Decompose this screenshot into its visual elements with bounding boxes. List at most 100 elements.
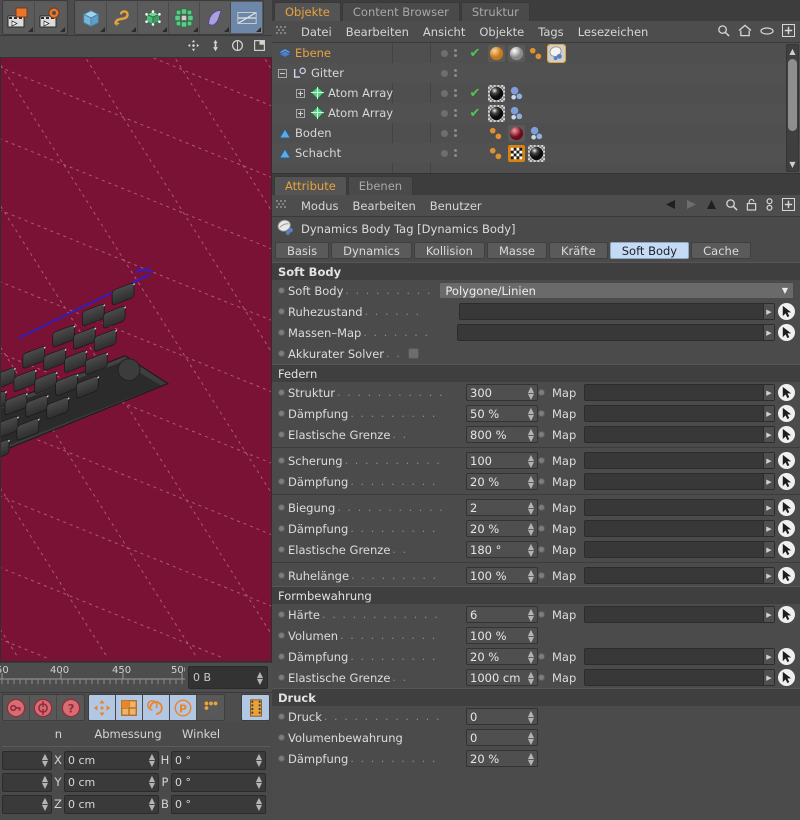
menu-objekte[interactable]: Objekte (479, 25, 524, 39)
link-dropdown-arrow-icon[interactable]: ▶ (763, 521, 774, 536)
param-tab-kräfte[interactable]: Kräfte (548, 242, 608, 259)
map-link-field[interactable]: ▶ (584, 473, 775, 490)
param-tab-dynamics[interactable]: Dynamics (331, 242, 412, 259)
animate-bullet[interactable] (278, 632, 285, 639)
editor-visibility-dot[interactable] (441, 69, 448, 77)
pick-target-icon[interactable] (778, 303, 795, 320)
parameter-value-field[interactable]: 2 ▲ ▼ (466, 499, 538, 516)
tab-attribute[interactable]: Attribute (274, 176, 347, 195)
parameter-value-field[interactable]: 6 ▲ ▼ (466, 606, 538, 623)
param-tab-cache[interactable]: Cache (691, 242, 751, 259)
plus-icon[interactable] (781, 23, 796, 40)
home-icon[interactable] (738, 24, 752, 40)
soft-body-mode-select[interactable]: Polygone/Linien ▼ (439, 282, 794, 299)
animate-bullet[interactable] (278, 431, 285, 438)
map-link-field[interactable]: ▶ (584, 426, 775, 443)
visibility-dots[interactable] (432, 109, 466, 117)
animate-bullet[interactable] (278, 410, 285, 417)
map-link-field[interactable]: ▶ (584, 606, 775, 623)
link-dropdown-arrow-icon[interactable]: ▶ (763, 453, 774, 468)
animate-bullet[interactable] (278, 713, 285, 720)
timeline-ruler[interactable]: 50 400 450 500 (0, 663, 185, 692)
map-link-field[interactable]: ▶ (584, 384, 775, 401)
rotate-tool-icon[interactable] (143, 695, 170, 720)
pick-target-icon[interactable] (778, 520, 795, 537)
stepper-icon[interactable]: ▲ ▼ (528, 542, 534, 557)
stepper-icon[interactable]: ▲ ▼ (528, 607, 534, 622)
material-black-tag[interactable] (488, 104, 505, 122)
animate-bullet[interactable] (278, 734, 285, 741)
stepper-icon[interactable]: ▲ ▼ (528, 385, 534, 400)
map-link-field[interactable]: ▶ (584, 452, 775, 469)
animate-bullet[interactable] (278, 329, 285, 336)
object-name-cell[interactable]: Atom Array (272, 106, 432, 120)
expander-icon[interactable] (296, 88, 305, 98)
pick-target-icon[interactable] (778, 541, 795, 558)
stepper-icon[interactable]: ▲ ▼ (528, 568, 534, 583)
recalc-icon[interactable] (30, 695, 57, 720)
stepper-icon[interactable]: ▲ ▼ (256, 797, 262, 812)
parameter-value-field[interactable]: 0 ▲ ▼ (466, 708, 538, 725)
parameter-value-field[interactable]: 180 ° ▲ ▼ (466, 541, 538, 558)
link-icon[interactable] (765, 197, 774, 214)
param-tab-soft-body[interactable]: Soft Body (609, 242, 690, 259)
angle-p-field[interactable]: 0 ° ▲ ▼ (171, 772, 266, 792)
animate-bullet[interactable] (538, 611, 545, 618)
animate-bullet[interactable] (538, 389, 545, 396)
link-dropdown-arrow-icon[interactable]: ▶ (763, 385, 774, 400)
stepper-icon[interactable]: ▲ ▼ (528, 427, 534, 442)
animate-bullet[interactable] (278, 478, 285, 485)
back-arrow-icon[interactable] (664, 199, 677, 213)
menu-lesezeichen[interactable]: Lesezeichen (578, 25, 649, 39)
link-dropdown-arrow-icon[interactable]: ▶ (763, 568, 774, 583)
ruhezustand-link-field[interactable]: ▶ (458, 303, 775, 320)
render-view-icon[interactable] (4, 2, 35, 33)
stepper-icon[interactable]: ▲ ▼ (42, 753, 48, 768)
editor-visibility-dot[interactable] (441, 89, 448, 97)
stepper-icon[interactable]: ▲ ▼ (256, 775, 262, 790)
search-icon[interactable] (717, 24, 730, 40)
map-link-field[interactable]: ▶ (584, 648, 775, 665)
table-row[interactable]: Ebene ✔ (272, 43, 800, 63)
spline-icon[interactable] (107, 2, 138, 33)
object-manager[interactable]: Ebene ✔ Gitter Atom Array ✔ Atom Array ✔… (272, 43, 800, 174)
expander-icon[interactable] (278, 68, 287, 78)
menu-modus[interactable]: Modus (301, 199, 339, 213)
pick-target-icon[interactable] (778, 405, 795, 422)
link-dropdown-arrow-icon[interactable]: ▶ (763, 474, 774, 489)
enable-check-icon[interactable]: ✔ (466, 86, 484, 101)
position-x-field[interactable]: ▲ ▼ (2, 750, 52, 770)
plus-icon[interactable] (781, 197, 796, 214)
animate-bullet[interactable] (538, 478, 545, 485)
animate-bullet[interactable] (278, 572, 285, 579)
link-dropdown-arrow-icon[interactable]: ▶ (763, 649, 774, 664)
editor-visibility-dot[interactable] (441, 149, 448, 157)
menu-bearbeiten[interactable]: Bearbeiten (353, 199, 416, 213)
parameter-value-field[interactable]: 20 % ▲ ▼ (466, 473, 538, 490)
scale-tool-icon[interactable] (116, 695, 143, 720)
panel-grip-icon[interactable] (276, 200, 287, 211)
stepper-icon[interactable]: ▲ ▼ (257, 670, 263, 685)
parameter-value-field[interactable]: 800 % ▲ ▼ (466, 426, 538, 443)
dynamics-body-tag-selected[interactable] (547, 43, 566, 63)
object-name-cell[interactable]: Schacht (272, 146, 432, 160)
pick-target-icon[interactable] (778, 669, 795, 686)
animate-bullet[interactable] (278, 350, 285, 357)
visibility-dots[interactable] (432, 49, 466, 57)
menu-benutzer[interactable]: Benutzer (430, 199, 482, 213)
animate-bullet[interactable] (278, 504, 285, 511)
search-icon[interactable] (725, 198, 738, 214)
lock-icon[interactable] (746, 198, 757, 214)
animate-bullet[interactable] (278, 389, 285, 396)
pick-target-icon[interactable] (778, 606, 795, 623)
parameter-value-field[interactable]: 0 ▲ ▼ (466, 729, 538, 746)
akkurater-solver-checkbox[interactable] (408, 348, 420, 359)
material-black-tag[interactable] (488, 84, 505, 102)
parameter-value-field[interactable]: 1000 cm ▲ ▼ (466, 669, 538, 686)
animate-bullet[interactable] (278, 287, 285, 294)
up-arrow-icon[interactable] (706, 199, 717, 213)
parameter-value-field[interactable]: 100 ▲ ▼ (466, 452, 538, 469)
visibility-dots[interactable] (432, 149, 466, 157)
link-dropdown-arrow-icon[interactable]: ▶ (763, 406, 774, 421)
stepper-icon[interactable]: ▲ ▼ (528, 751, 534, 766)
